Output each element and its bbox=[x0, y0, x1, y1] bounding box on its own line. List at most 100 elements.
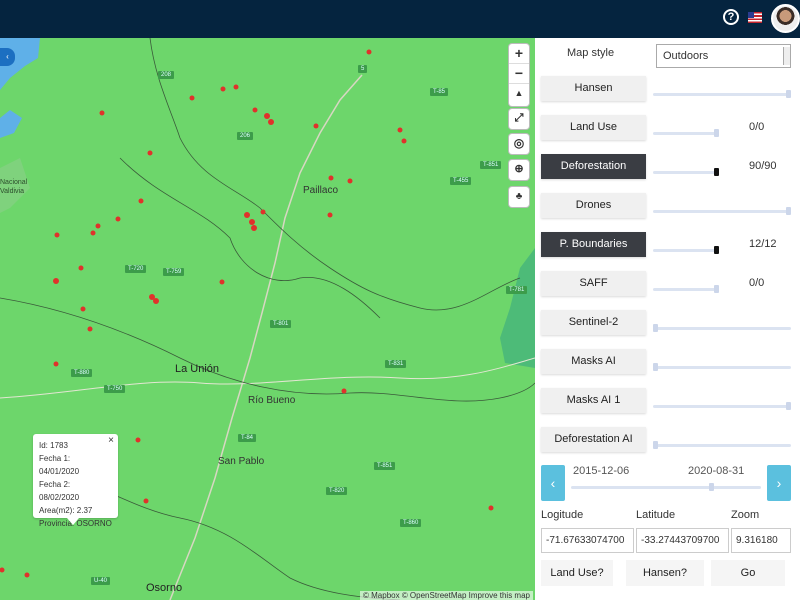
bell-icon[interactable]: ♣ bbox=[509, 187, 529, 207]
compass-button[interactable]: ▲ bbox=[509, 84, 529, 104]
deforestation-point bbox=[244, 212, 250, 218]
slider-thumb[interactable] bbox=[786, 207, 791, 215]
map-canvas[interactable]: ‹ 208 5 T-85 206 T-851 T-455 T-720 T-759… bbox=[0, 38, 535, 600]
layer-opacity-slider[interactable] bbox=[653, 402, 791, 410]
slider-thumb[interactable] bbox=[714, 168, 719, 176]
slider-thumb[interactable] bbox=[786, 402, 791, 410]
popup-line: Provincia: OSORNO bbox=[39, 519, 112, 528]
deforestation-point bbox=[90, 230, 96, 236]
date-end: 2020-08-31 bbox=[688, 465, 745, 477]
deforestation-point bbox=[264, 113, 270, 119]
deforestation-point bbox=[397, 127, 403, 133]
layer-opacity-slider[interactable] bbox=[653, 90, 791, 98]
zoom-input[interactable]: 9.316180 bbox=[731, 528, 791, 553]
layer-button[interactable]: Hansen bbox=[541, 76, 646, 101]
deforestation-point bbox=[87, 326, 93, 332]
road-regional bbox=[0, 357, 535, 399]
map-style-select[interactable]: Outdoors bbox=[656, 44, 791, 68]
layer-button[interactable]: SAFF bbox=[541, 271, 646, 296]
town-label: Osorno bbox=[146, 582, 183, 594]
latitude-input[interactable]: -33.27443709700 bbox=[636, 528, 729, 553]
layer-opacity-slider[interactable] bbox=[653, 285, 719, 293]
fullscreen-icon[interactable]: ⤢ bbox=[509, 109, 529, 129]
layer-count: 0/0 bbox=[749, 277, 765, 289]
feature-popup: × Id: 1783 Fecha 1: 04/01/2020 Fecha 2: … bbox=[33, 434, 118, 528]
road-shield: 206 bbox=[237, 132, 254, 140]
road-shield: 208 bbox=[158, 71, 175, 79]
sidebar-toggle-icon[interactable]: ‹ bbox=[0, 48, 15, 66]
layer-button[interactable]: Sentinel-2 bbox=[541, 310, 646, 335]
layer-opacity-slider[interactable] bbox=[653, 363, 791, 371]
layer-opacity-slider[interactable] bbox=[653, 441, 791, 449]
date-prev-button[interactable]: ‹ bbox=[541, 465, 565, 501]
layer-count: 0/0 bbox=[749, 121, 765, 133]
slider-thumb[interactable] bbox=[653, 324, 658, 332]
layer-opacity-slider[interactable] bbox=[653, 168, 719, 176]
deforestation-point bbox=[347, 178, 353, 184]
zoom-out-button[interactable]: − bbox=[509, 64, 529, 84]
road-shield: T-750 bbox=[104, 385, 126, 393]
us-flag-icon[interactable] bbox=[748, 12, 762, 23]
deforestation-point bbox=[54, 232, 60, 238]
map-attribution[interactable]: © Mapbox © OpenStreetMap Improve this ma… bbox=[360, 591, 533, 600]
layer-opacity-slider[interactable] bbox=[653, 246, 719, 254]
help-icon[interactable]: ? bbox=[723, 9, 739, 25]
deforestation-point bbox=[95, 223, 101, 229]
date-range-slider[interactable] bbox=[571, 483, 761, 491]
road-shield: T-831 bbox=[385, 360, 407, 368]
layer-opacity-slider[interactable] bbox=[653, 129, 719, 137]
road-shield: T-880 bbox=[71, 369, 93, 377]
slider-thumb[interactable] bbox=[786, 90, 791, 98]
road-shield: 5 bbox=[358, 65, 368, 73]
go-button[interactable]: Go bbox=[711, 560, 785, 586]
deforestation-point bbox=[220, 86, 226, 92]
deforestation-point bbox=[260, 209, 266, 215]
town-label: Paillaco bbox=[303, 185, 339, 196]
slider-thumb[interactable] bbox=[714, 246, 719, 254]
hansen-query-button[interactable]: Hansen? bbox=[626, 560, 704, 586]
layer-button[interactable]: Deforestation AI bbox=[541, 427, 646, 452]
deforestation-point bbox=[189, 95, 195, 101]
longitude-input[interactable]: -71.67633074700 bbox=[541, 528, 634, 553]
popup-close-icon[interactable]: × bbox=[108, 434, 114, 447]
deforestation-point bbox=[268, 119, 274, 125]
date-next-button[interactable]: › bbox=[767, 465, 791, 501]
layer-button[interactable]: P. Boundaries bbox=[541, 232, 646, 257]
deforestation-point bbox=[219, 279, 225, 285]
boundary-line bbox=[149, 38, 521, 311]
boundary-line-2 bbox=[0, 297, 535, 402]
longitude-label: Logitude bbox=[541, 509, 584, 521]
lake-area-small bbox=[0, 110, 22, 138]
geolocate-icon[interactable]: ◎ bbox=[509, 134, 529, 154]
road-ruta-5 bbox=[169, 74, 363, 600]
zoom-in-button[interactable]: + bbox=[509, 44, 529, 64]
slider-thumb[interactable] bbox=[714, 129, 719, 137]
town-label: San Pablo bbox=[218, 456, 265, 467]
road-shield: T-455 bbox=[450, 177, 472, 185]
layer-opacity-slider[interactable] bbox=[653, 207, 791, 215]
deforestation-point bbox=[327, 212, 333, 218]
deforestation-point bbox=[233, 84, 239, 90]
slider-thumb[interactable] bbox=[653, 363, 658, 371]
layer-opacity-slider[interactable] bbox=[653, 324, 791, 332]
deforestation-point bbox=[78, 265, 84, 271]
layer-button[interactable]: Drones bbox=[541, 193, 646, 218]
globe-icon[interactable]: ⊕ bbox=[509, 160, 529, 180]
layer-button[interactable]: Deforestation bbox=[541, 154, 646, 179]
popup-line: Fecha 2: 08/02/2020 bbox=[39, 480, 80, 502]
deforestation-point bbox=[138, 198, 144, 204]
deforestation-point bbox=[143, 498, 149, 504]
deforestation-point bbox=[366, 49, 372, 55]
deforestation-point bbox=[80, 306, 86, 312]
slider-thumb[interactable] bbox=[714, 285, 719, 293]
slider-thumb[interactable] bbox=[653, 441, 658, 449]
date-slider-thumb[interactable] bbox=[709, 483, 714, 491]
layer-button[interactable]: Masks AI bbox=[541, 349, 646, 374]
layer-button[interactable]: Land Use bbox=[541, 115, 646, 140]
road-shield: T-860 bbox=[400, 519, 422, 527]
land-use-query-button[interactable]: Land Use? bbox=[541, 560, 613, 586]
user-avatar[interactable] bbox=[771, 4, 800, 33]
deforestation-point bbox=[53, 278, 59, 284]
deforestation-point bbox=[24, 572, 30, 578]
layer-button[interactable]: Masks AI 1 bbox=[541, 388, 646, 413]
